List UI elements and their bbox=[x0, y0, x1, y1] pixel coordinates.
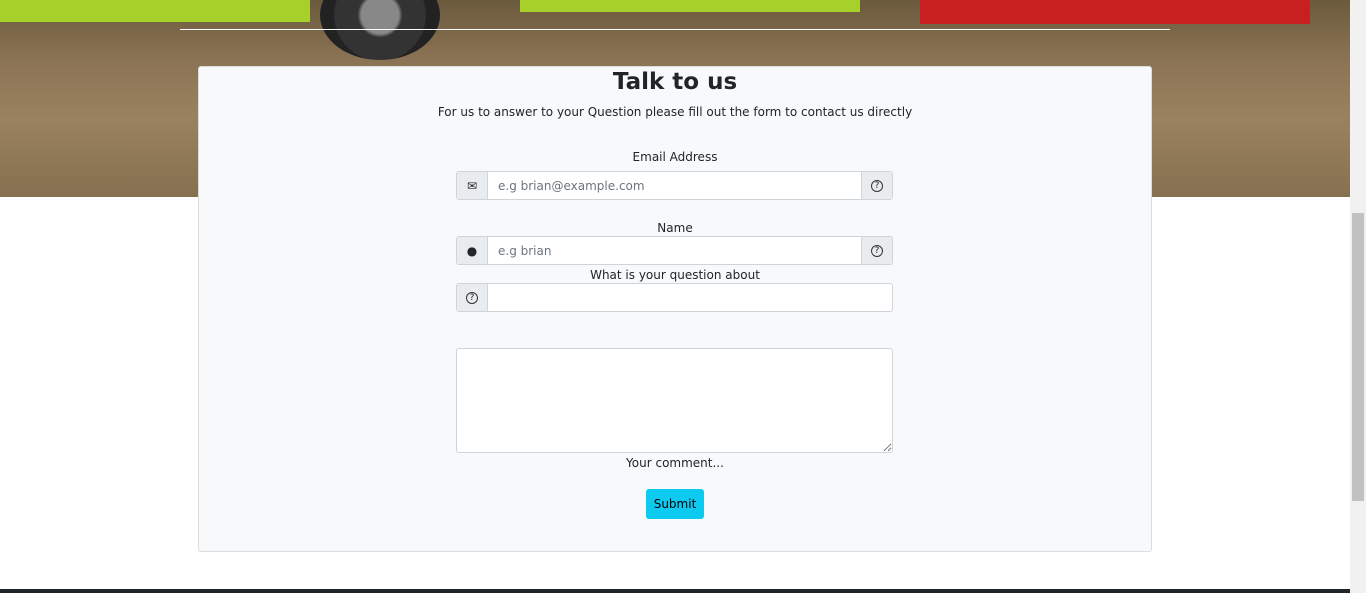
question-input[interactable] bbox=[488, 284, 892, 311]
question-circle-icon: ? bbox=[457, 284, 488, 311]
bus-image-part bbox=[0, 0, 310, 22]
person-icon: ● bbox=[457, 237, 488, 264]
subtitle: For us to answer to your Question please… bbox=[437, 105, 913, 119]
question-circle-icon[interactable]: ? bbox=[861, 172, 892, 199]
envelope-icon: ✉ bbox=[457, 172, 488, 199]
name-label: Name bbox=[657, 221, 693, 235]
email-label: Email Address bbox=[632, 150, 718, 164]
footer bbox=[0, 589, 1350, 593]
question-input-group: ? bbox=[456, 283, 893, 312]
question-circle-icon[interactable]: ? bbox=[861, 237, 892, 264]
wheel-image-part bbox=[320, 0, 440, 60]
comment-textarea[interactable] bbox=[456, 348, 893, 453]
contact-form-card: Talk to us For us to answer to your Ques… bbox=[198, 66, 1152, 552]
question-label: What is your question about bbox=[590, 268, 760, 282]
scrollbar[interactable] bbox=[1350, 0, 1366, 593]
scrollbar-thumb[interactable] bbox=[1352, 213, 1364, 501]
comment-label: Your comment... bbox=[626, 456, 724, 470]
name-input-group: ● ? bbox=[456, 236, 893, 265]
name-input[interactable] bbox=[488, 237, 861, 264]
email-input[interactable] bbox=[488, 172, 861, 199]
email-input-group: ✉ ? bbox=[456, 171, 893, 200]
red-bus-image-part bbox=[920, 0, 1310, 24]
bus-image-part bbox=[520, 0, 860, 12]
divider bbox=[180, 29, 1170, 30]
page-title: Talk to us bbox=[612, 69, 738, 95]
submit-button[interactable]: Submit bbox=[646, 489, 704, 519]
